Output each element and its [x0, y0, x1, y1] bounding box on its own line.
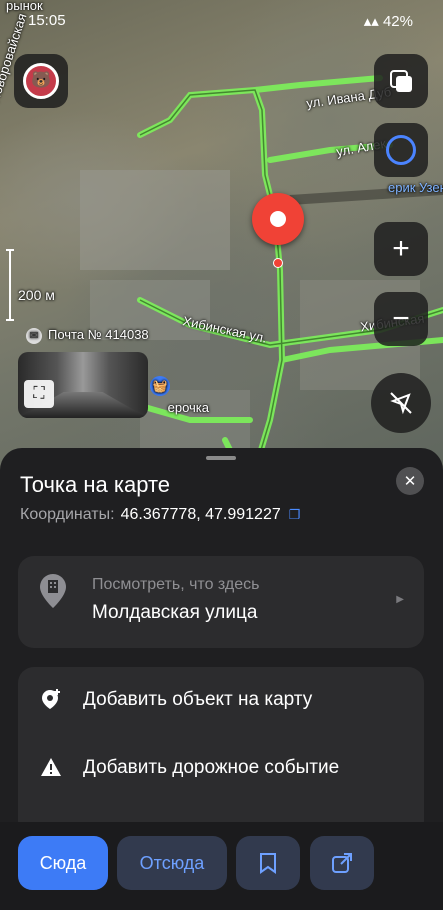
whats-here-card[interactable]: Посмотреть, что здесь Молдавская улица ▶	[18, 556, 424, 648]
whats-here-subtitle: Посмотреть, что здесь	[92, 576, 260, 593]
battery-level: 42%	[382, 13, 413, 30]
close-icon: ✕	[403, 473, 417, 490]
building-pin-icon	[40, 574, 66, 608]
warning-icon	[41, 758, 61, 776]
shop-basket-icon: 🧺	[150, 376, 170, 396]
store-label: ерочка	[167, 400, 210, 415]
sheet-drag-handle[interactable]	[206, 456, 236, 460]
bookmark-button[interactable]	[236, 836, 300, 890]
route-here-button[interactable]: Сюда	[18, 836, 108, 890]
signal-icon: ▴▴	[363, 13, 383, 30]
whats-here-title: Молдавская улица	[92, 602, 258, 623]
coordinates-value: 46.367778, 47.991227	[120, 506, 281, 523]
close-sheet-button[interactable]: ✕	[396, 467, 424, 495]
panorama-icon: ⛶	[24, 380, 54, 408]
status-bar: 15:05 ▴▴ 42%	[0, 0, 443, 40]
map-scale: 200 м	[18, 287, 55, 303]
alice-icon	[386, 135, 416, 165]
profile-avatar-button[interactable]: 🐻	[14, 54, 68, 108]
zoom-out-button[interactable]: −	[374, 292, 428, 346]
selected-point-dot	[273, 258, 283, 268]
bookmark-icon	[260, 853, 276, 874]
add-road-event-label: Добавить дорожное событие	[83, 757, 340, 778]
mail-icon: ✉	[26, 328, 42, 344]
chevron-right-icon: ▶	[396, 594, 404, 605]
map-label-post: ✉ Почта № 414038	[26, 327, 149, 344]
coordinates-row: Координаты: 46.367778, 47.991227 ❐	[20, 506, 300, 524]
minus-icon: −	[392, 302, 410, 335]
route-from-button[interactable]: Отсюда	[117, 836, 227, 890]
status-time: 15:05	[28, 12, 66, 29]
map-label-erik: ерик Узен	[388, 180, 443, 195]
share-icon	[332, 853, 352, 873]
post-label: Почта № 414038	[48, 327, 149, 342]
layers-icon	[390, 70, 412, 92]
copy-icon[interactable]: ❐	[289, 507, 301, 523]
alice-assistant-button[interactable]	[374, 123, 428, 177]
sheet-title: Точка на карте	[20, 472, 171, 497]
avatar-icon: 🐻	[23, 63, 59, 99]
compass-location-button[interactable]	[371, 373, 431, 433]
status-right: ▴▴ 42%	[364, 12, 413, 30]
actions-card: Добавить объект на карту Добавить дорожн…	[18, 667, 424, 837]
location-off-icon	[390, 392, 412, 415]
selected-point-pin[interactable]	[252, 193, 304, 245]
add-place-icon	[42, 689, 60, 709]
map-label-store: 🧺 ерочка	[150, 376, 215, 415]
plus-icon: +	[392, 232, 410, 265]
street-panorama-preview[interactable]: ⛶	[18, 352, 148, 418]
coordinates-label: Координаты:	[20, 506, 115, 523]
add-object-label: Добавить объект на карту	[83, 689, 313, 710]
share-button[interactable]	[310, 836, 374, 890]
layers-button[interactable]	[374, 54, 428, 108]
zoom-in-button[interactable]: +	[374, 222, 428, 276]
